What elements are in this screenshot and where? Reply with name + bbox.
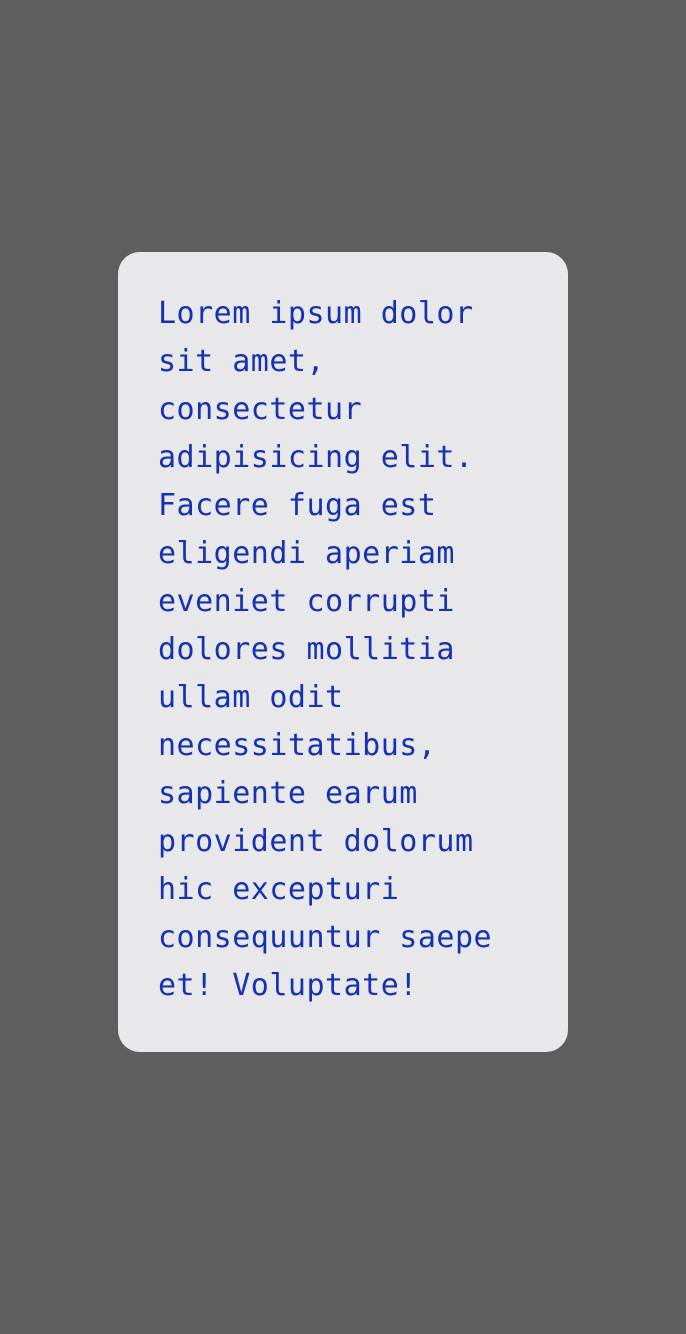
card-paragraph: Lorem ipsum dolor sit amet, consectetur …: [158, 296, 493, 1003]
text-card: Lorem ipsum dolor sit amet, consectetur …: [118, 252, 568, 1052]
screen: Lorem ipsum dolor sit amet, consectetur …: [0, 0, 686, 1334]
